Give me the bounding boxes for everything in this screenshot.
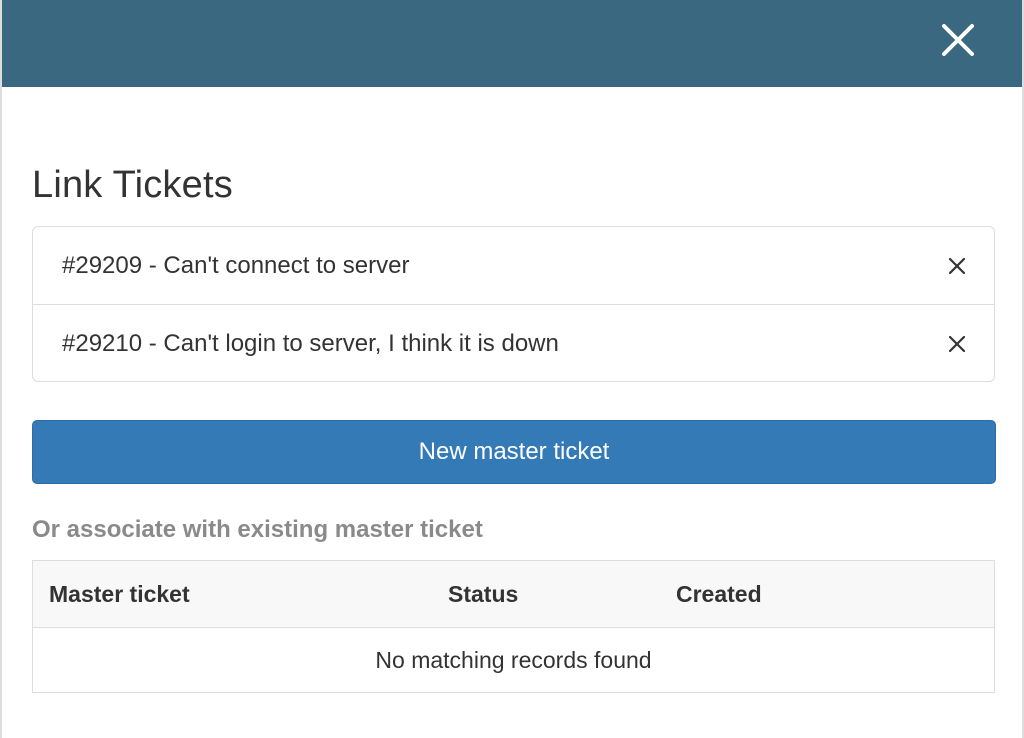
- close-button[interactable]: [938, 20, 978, 60]
- remove-icon: [948, 257, 966, 274]
- remove-ticket-button[interactable]: [946, 255, 968, 277]
- column-header-created[interactable]: Created: [676, 561, 762, 628]
- link-tickets-modal: Link Tickets #29209 - Can't connect to s…: [0, 0, 1024, 738]
- ticket-list: #29209 - Can't connect to server #29210 …: [32, 226, 995, 382]
- close-icon: [942, 24, 974, 56]
- table-header: Master ticket Status Created: [33, 561, 994, 628]
- ticket-label: #29210 - Can't login to server, I think …: [62, 329, 559, 357]
- master-ticket-table: Master ticket Status Created No matching…: [32, 560, 995, 693]
- modal-header: [2, 0, 1022, 87]
- modal-title: Link Tickets: [32, 164, 233, 206]
- column-header-status[interactable]: Status: [448, 561, 518, 628]
- remove-ticket-button[interactable]: [946, 333, 968, 355]
- ticket-item: #29209 - Can't connect to server: [33, 227, 994, 304]
- ticket-label: #29209 - Can't connect to server: [62, 251, 410, 279]
- associate-section-label: Or associate with existing master ticket: [32, 516, 483, 543]
- column-header-master-ticket[interactable]: Master ticket: [49, 561, 190, 628]
- ticket-item: #29210 - Can't login to server, I think …: [33, 304, 994, 381]
- remove-icon: [948, 335, 966, 352]
- new-master-ticket-button[interactable]: New master ticket: [32, 420, 996, 484]
- empty-table-message: No matching records found: [375, 647, 652, 673]
